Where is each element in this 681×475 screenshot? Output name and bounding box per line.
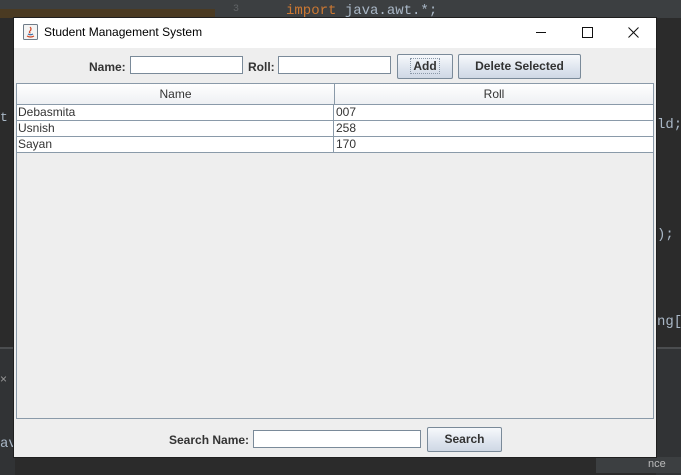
table-header: Name Roll — [17, 84, 653, 105]
roll-label: Roll: — [248, 60, 275, 74]
maximize-icon — [582, 27, 593, 38]
ide-right-panel — [656, 347, 681, 475]
add-button[interactable]: Add — [397, 54, 453, 79]
ide-code-fragment-right-1: ld; — [657, 117, 681, 133]
student-table[interactable]: Name Roll Debasmita 007 Usnish 258 Sayan… — [16, 83, 654, 419]
ide-panel-close-icon[interactable]: × — [0, 372, 7, 386]
ide-status-label: nce — [648, 458, 666, 470]
maximize-button[interactable] — [564, 18, 610, 48]
minimize-button[interactable] — [518, 18, 564, 48]
delete-selected-button[interactable]: Delete Selected — [458, 54, 581, 79]
ide-code-fragment-right-3: ng[] — [657, 314, 681, 330]
column-header-name[interactable]: Name — [17, 84, 335, 104]
ide-code-keyword: import — [286, 3, 337, 19]
cell-roll[interactable]: 007 — [335, 105, 654, 120]
table-row[interactable]: Usnish 258 — [17, 121, 653, 137]
add-button-label: Add — [410, 58, 440, 74]
java-app-icon — [23, 24, 38, 40]
column-header-roll[interactable]: Roll — [335, 84, 653, 104]
ide-line-number: 3 — [233, 4, 240, 15]
table-row[interactable]: Sayan 170 — [17, 137, 653, 153]
ide-bottom-panel — [0, 347, 15, 475]
ide-tab-strip — [0, 9, 215, 18]
delete-selected-label: Delete Selected — [475, 59, 564, 73]
title-bar[interactable]: Student Management System — [14, 18, 656, 48]
search-button-label: Search — [444, 432, 485, 446]
close-button[interactable] — [610, 18, 656, 48]
table-row[interactable]: Debasmita 007 — [17, 105, 653, 121]
minimize-icon — [536, 32, 546, 33]
ide-code-line: import java.awt.*; — [286, 0, 438, 19]
ide-code-fragment-right-2: ); — [657, 227, 674, 243]
search-name-label: Search Name: — [169, 433, 250, 447]
name-input[interactable] — [130, 56, 243, 74]
cell-roll[interactable]: 258 — [335, 121, 654, 136]
cell-name[interactable]: Sayan — [17, 137, 334, 152]
table-body: Debasmita 007 Usnish 258 Sayan 170 — [17, 105, 653, 153]
close-icon — [628, 27, 639, 38]
search-button[interactable]: Search — [427, 427, 502, 452]
roll-input[interactable] — [278, 56, 391, 74]
ide-status-strip: nce — [596, 457, 681, 473]
app-window: Student Management System Name: Roll: Ad… — [14, 18, 656, 457]
search-input[interactable] — [253, 430, 421, 448]
window-title: Student Management System — [44, 25, 203, 39]
cell-name[interactable]: Usnish — [17, 121, 334, 136]
name-label: Name: — [89, 60, 126, 74]
cell-roll[interactable]: 170 — [335, 137, 654, 152]
cell-name[interactable]: Debasmita — [17, 105, 334, 120]
ide-code-text: java.awt.*; — [336, 3, 438, 19]
